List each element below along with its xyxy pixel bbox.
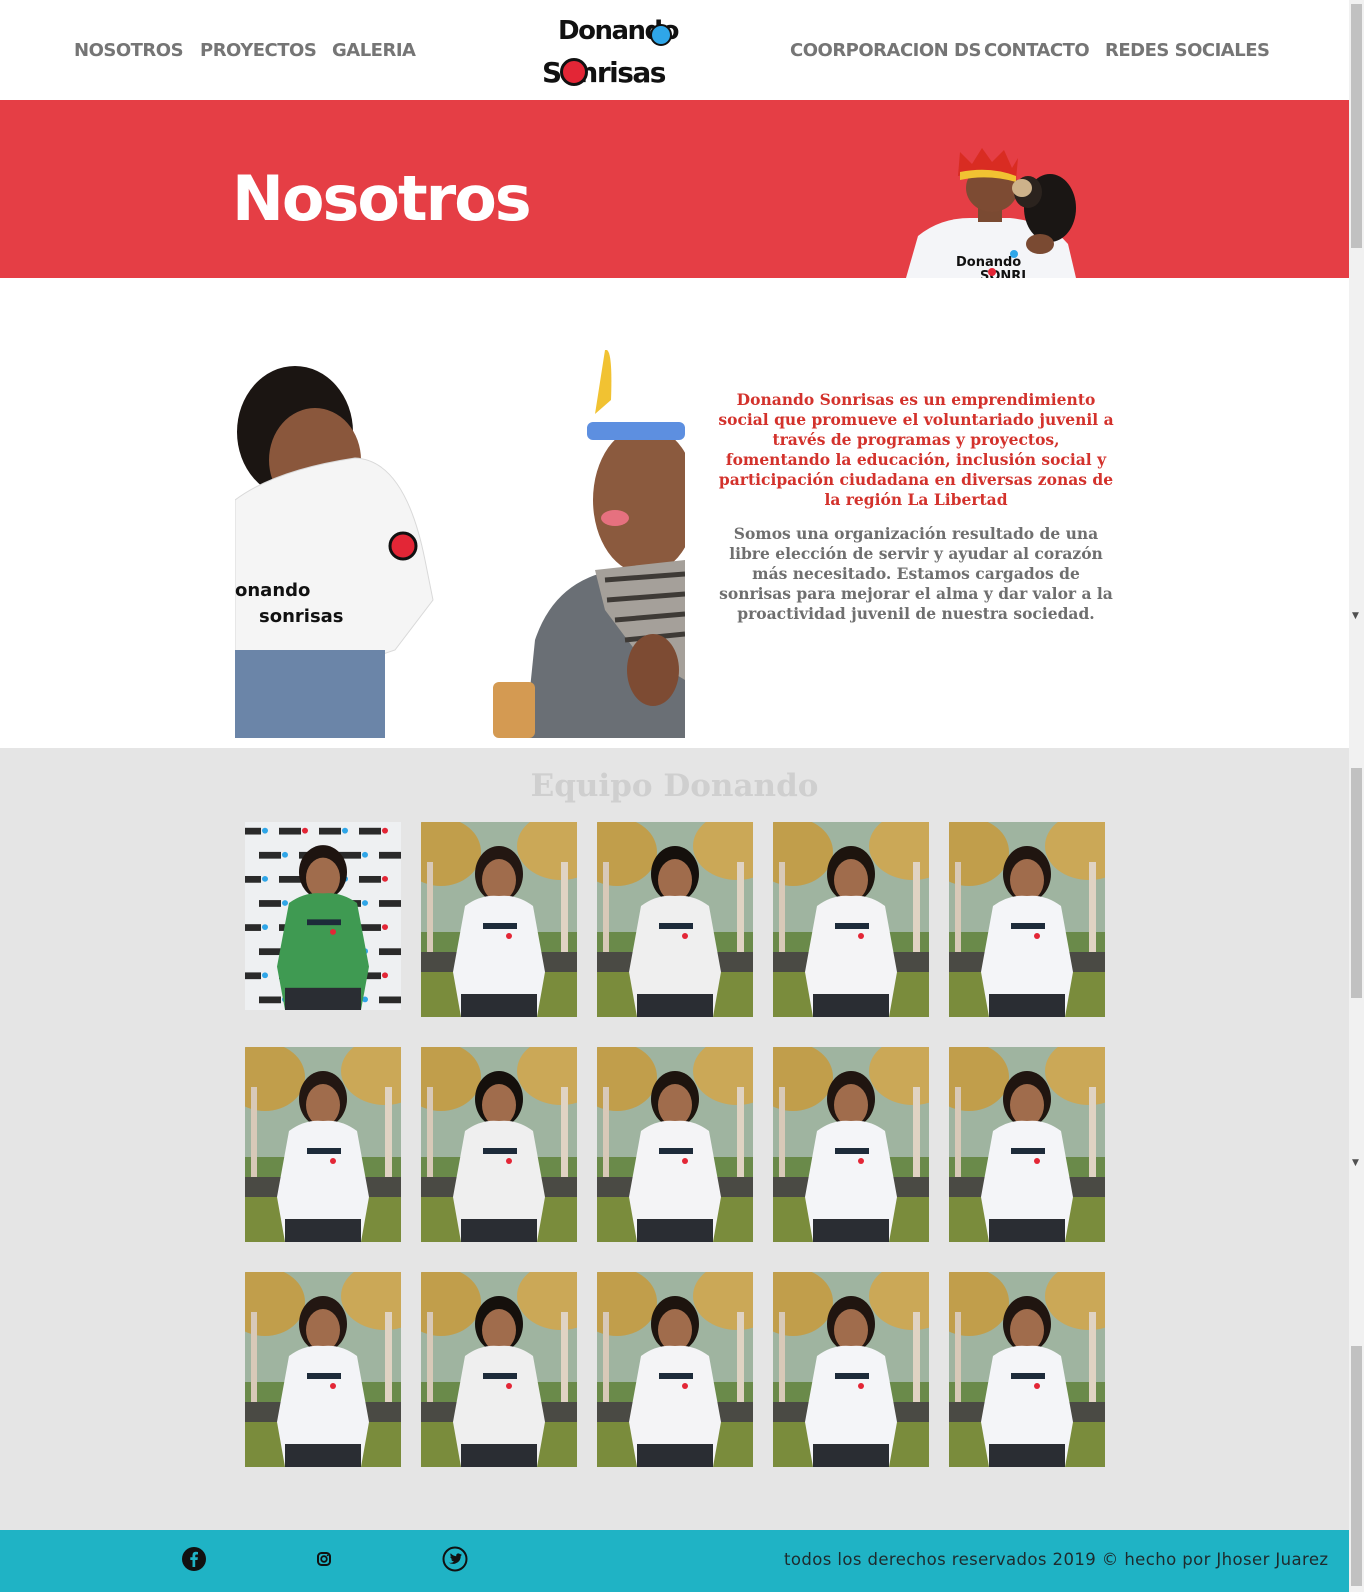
about-shirt-text-2: sonrisas — [259, 606, 344, 627]
nav-proyectos[interactable]: PROYECTOS — [200, 40, 317, 61]
clown-nose-icon — [560, 58, 588, 86]
copyright-text: todos los derechos reservados 2019 © hec… — [784, 1550, 1329, 1569]
team-member-photo[interactable] — [421, 1047, 577, 1242]
scroll-down-arrow-icon[interactable]: ▼ — [1352, 611, 1359, 621]
team-member-photo[interactable] — [773, 822, 929, 1017]
team-member-photo[interactable] — [949, 1272, 1105, 1467]
team-member-photo[interactable] — [773, 1272, 929, 1467]
page-title: Nosotros — [232, 162, 532, 235]
team-member-photo[interactable] — [245, 822, 401, 1010]
facebook-icon[interactable] — [181, 1546, 207, 1572]
site-footer: todos los derechos reservados 2019 © hec… — [0, 1530, 1349, 1592]
page-scrollbar[interactable]: ▼ ▼ — [1349, 0, 1364, 1592]
twitter-icon[interactable] — [442, 1546, 468, 1572]
nav-redes-sociales[interactable]: REDES SOCIALES — [1105, 40, 1270, 61]
team-member-photo[interactable] — [421, 822, 577, 1017]
about-mission-text: Donando Sonrisas es un emprendimiento so… — [718, 390, 1114, 509]
about-description-text: Somos una organización resultado de una … — [719, 524, 1113, 623]
team-title: Equipo Donando — [530, 768, 819, 804]
hero-banner: Nosotros Donando SONRI — [0, 100, 1349, 278]
site-logo[interactable]: Donando Sonrisas — [540, 12, 690, 98]
team-member-photo[interactable] — [421, 1272, 577, 1467]
team-member-photo[interactable] — [245, 1272, 401, 1467]
team-member-photo[interactable] — [949, 1047, 1105, 1242]
site-header: NOSOTROS PROYECTOS GALERIA Donando Sonri… — [0, 0, 1349, 100]
about-text-block: Donando Sonrisas es un emprendimiento so… — [718, 390, 1114, 624]
nav-nosotros[interactable]: NOSOTROS — [74, 40, 184, 61]
nav-contacto[interactable]: CONTACTO — [984, 40, 1090, 61]
about-shirt-text-1: onando — [235, 580, 310, 601]
scroll-thumb-2[interactable] — [1351, 768, 1362, 998]
scroll-thumb-3[interactable] — [1351, 1346, 1362, 1586]
instagram-icon[interactable] — [311, 1546, 337, 1572]
logo-blue-dot-icon — [650, 24, 672, 46]
team-member-photo[interactable] — [949, 822, 1105, 1017]
scroll-thumb-1[interactable] — [1351, 4, 1362, 248]
team-member-photo[interactable] — [597, 822, 753, 1017]
about-image: onando sonrisas — [235, 350, 685, 738]
hero-volunteer-image: Donando SONRI — [900, 148, 1080, 278]
team-member-photo[interactable] — [245, 1047, 401, 1242]
scroll-down-arrow-icon-2[interactable]: ▼ — [1352, 1158, 1359, 1168]
team-member-photo[interactable] — [597, 1272, 753, 1467]
team-member-photo[interactable] — [773, 1047, 929, 1242]
hero-shirt-text-2: SONRI — [980, 269, 1026, 278]
nav-coorporacion[interactable]: COORPORACION DS — [790, 40, 981, 61]
nav-galeria[interactable]: GALERIA — [332, 40, 416, 61]
team-member-photo[interactable] — [597, 1047, 753, 1242]
hero-shirt-text-1: Donando — [956, 255, 1021, 270]
team-section: Equipo Donando — [0, 748, 1349, 1530]
